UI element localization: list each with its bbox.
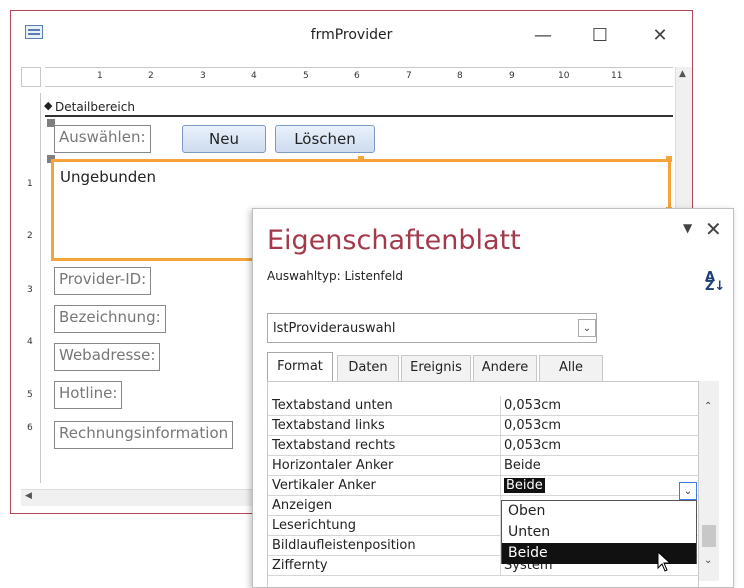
tab-alle[interactable]: Alle xyxy=(539,355,603,381)
tab-ereignis[interactable]: Ereignis xyxy=(401,355,471,381)
property-value: 0,053cm xyxy=(504,438,562,453)
ruler-tick: 6 xyxy=(27,423,33,433)
tab-daten[interactable]: Daten xyxy=(337,355,399,381)
resize-handle[interactable] xyxy=(666,156,672,162)
property-row[interactable]: Textabstand rechts 0,053cm xyxy=(268,436,700,456)
property-value: Beide xyxy=(504,458,541,473)
ruler-tick: 4 xyxy=(27,337,33,347)
ruler-tick: 5 xyxy=(27,390,33,400)
ruler-tick: 1 xyxy=(27,179,33,189)
property-name: Bildlaufleistenposition xyxy=(272,538,416,553)
property-name: Anzeigen xyxy=(272,498,333,513)
ruler-tick: 11 xyxy=(611,71,623,81)
selection-type: Auswahltyp: Listenfeld xyxy=(267,269,403,283)
sheet-title: Eigenschaftenblatt xyxy=(267,225,521,256)
scroll-thumb[interactable] xyxy=(702,525,716,547)
ruler-tick: 8 xyxy=(457,71,463,81)
section-label: Detailbereich xyxy=(55,100,135,114)
ruler-tick: 9 xyxy=(509,71,515,81)
tab-andere[interactable]: Andere xyxy=(473,355,537,381)
sort-az-icon[interactable]: A Z↓ xyxy=(705,271,725,293)
auswaehlen-label[interactable]: Auswählen: xyxy=(54,125,151,153)
ruler-tick: 3 xyxy=(200,71,206,81)
ruler-tick: 2 xyxy=(27,231,33,241)
horizontal-scrollbar[interactable]: ◀ xyxy=(21,489,261,506)
property-name: Textabstand links xyxy=(272,418,385,433)
property-value: 0,053cm xyxy=(504,398,562,413)
close-button[interactable]: ✕ xyxy=(645,23,675,49)
hotline-label[interactable]: Hotline: xyxy=(54,381,123,409)
property-scrollbar[interactable]: ⌃ ⌄ xyxy=(699,381,719,581)
property-row[interactable]: Textabstand links 0,053cm xyxy=(268,416,700,436)
dropdown-option[interactable]: Oben xyxy=(502,501,696,522)
chevron-down-icon[interactable]: ⌄ xyxy=(578,319,596,337)
provider-id-label[interactable]: Provider-ID: xyxy=(54,267,152,295)
scroll-up-icon[interactable]: ⌃ xyxy=(704,401,712,412)
title-bar[interactable]: frmProvider — ☐ ✕ xyxy=(11,11,692,61)
bezeichnung-label[interactable]: Bezeichnung: xyxy=(54,305,166,333)
webadresse-label[interactable]: Webadresse: xyxy=(54,343,161,371)
vertical-ruler: 1 2 3 4 5 6 xyxy=(21,93,41,483)
property-name: Vertikaler Anker xyxy=(272,478,376,493)
close-icon[interactable]: ✕ xyxy=(705,217,722,241)
combo-value: lstProviderauswahl xyxy=(273,321,396,336)
mouse-pointer-icon xyxy=(657,551,672,572)
selection-type-label: Auswahltyp: xyxy=(267,269,341,283)
resize-handle[interactable] xyxy=(358,156,364,162)
ruler-tick: 7 xyxy=(406,71,412,81)
ruler-tick: 1 xyxy=(97,71,103,81)
neu-button[interactable]: Neu xyxy=(182,125,266,153)
loeschen-button[interactable]: Löschen xyxy=(275,125,375,153)
section-header-detail[interactable]: ◆ Detailbereich xyxy=(44,97,673,117)
property-row[interactable]: Horizontaler Anker Beide xyxy=(268,456,700,476)
ruler-tick: 5 xyxy=(303,71,309,81)
property-sheet: Eigenschaftenblatt ▼ ✕ Auswahltyp: Liste… xyxy=(252,208,734,588)
maximize-button[interactable]: ☐ xyxy=(585,23,615,49)
property-name: Textabstand unten xyxy=(272,398,393,413)
property-row[interactable]: Vertikaler Anker Beide xyxy=(268,476,700,496)
ruler-tick: 6 xyxy=(354,71,360,81)
ruler-tick: 10 xyxy=(558,71,570,81)
horizontal-ruler: 1 2 3 4 5 6 7 8 9 10 11 xyxy=(45,67,673,87)
column-divider xyxy=(500,416,501,436)
column-divider xyxy=(500,436,501,456)
tab-format[interactable]: Format xyxy=(267,352,333,382)
scroll-down-icon[interactable]: ⌄ xyxy=(704,555,712,566)
column-divider xyxy=(500,396,501,416)
property-value: 0,053cm xyxy=(504,418,562,433)
scroll-left-icon[interactable]: ◀ xyxy=(25,491,32,501)
ruler-tick: 4 xyxy=(251,71,257,81)
property-value-selected[interactable]: Beide xyxy=(504,478,545,493)
ruler-tick: 2 xyxy=(148,71,154,81)
selection-type-value: Listenfeld xyxy=(344,269,403,283)
property-name: Textabstand rechts xyxy=(272,438,396,453)
scroll-up-icon[interactable]: ▲ xyxy=(679,69,686,79)
listbox-text: Ungebunden xyxy=(60,168,157,186)
property-row[interactable]: Textabstand unten 0,053cm xyxy=(268,396,700,416)
column-divider xyxy=(500,476,501,496)
object-selector-combo[interactable]: lstProviderauswahl ⌄ xyxy=(267,313,597,343)
section-arrow-icon: ◆ xyxy=(44,99,53,112)
property-name: Leserichtung xyxy=(272,518,356,533)
minimize-button[interactable]: — xyxy=(528,23,558,49)
chevron-down-icon[interactable]: ⌄ xyxy=(679,482,697,500)
column-divider xyxy=(500,456,501,476)
rechnungsinformation-label[interactable]: Rechnungsinformation xyxy=(54,421,234,449)
property-name: Horizontaler Anker xyxy=(272,458,394,473)
chevron-down-icon[interactable]: ▼ xyxy=(683,221,692,235)
form-selector[interactable] xyxy=(21,67,41,87)
ruler-tick: 3 xyxy=(27,285,33,295)
dropdown-option[interactable]: Unten xyxy=(502,522,696,543)
property-name: Ziffernty xyxy=(272,558,328,573)
